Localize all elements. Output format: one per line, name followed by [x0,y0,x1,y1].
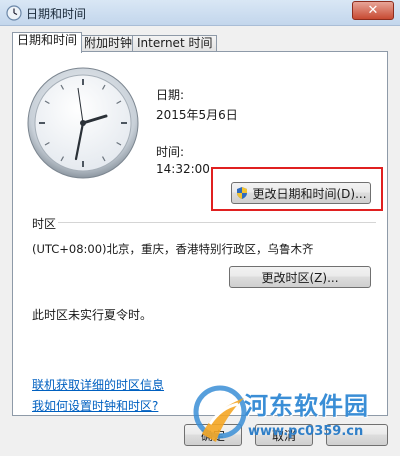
date-value: 2015年5月6日 [156,108,238,122]
ok-button[interactable]: 确定 [184,424,242,446]
apply-button[interactable] [326,424,388,446]
timezone-value: (UTC+08:00)北京，重庆，香港特别行政区，乌鲁木齐 [32,242,314,256]
section-divider [58,222,376,223]
analog-clock-icon [27,67,139,179]
change-date-time-label: 更改日期和时间(D)... [252,186,367,201]
timezone-section-label: 时区 [32,217,57,231]
window-title: 日期和时间 [26,7,87,21]
cancel-button[interactable]: 取消 [255,424,313,446]
tab-additional-clocks[interactable]: 附加时钟 [79,35,138,52]
title-bar: 日期和时间 ✕ [0,0,400,26]
uac-shield-icon [237,187,248,199]
date-label: 日期: [156,88,185,102]
online-timezone-info-link[interactable]: 联机获取详细的时区信息 [32,376,164,393]
how-to-set-clock-link[interactable]: 我如何设置时钟和时区? [32,397,158,414]
tab-date-time[interactable]: 日期和时间 [12,32,83,53]
change-date-time-button[interactable]: 更改日期和时间(D)... [231,182,371,204]
clock-app-icon [6,5,22,21]
close-button[interactable]: ✕ [352,1,394,20]
tab-internet-time[interactable]: Internet 时间 [132,35,218,52]
time-value: 14:32:00 [156,162,210,176]
change-timezone-button[interactable]: 更改时区(Z)... [229,266,371,288]
time-label: 时间: [156,145,185,159]
dst-note: 此时区未实行夏令时。 [32,308,153,322]
